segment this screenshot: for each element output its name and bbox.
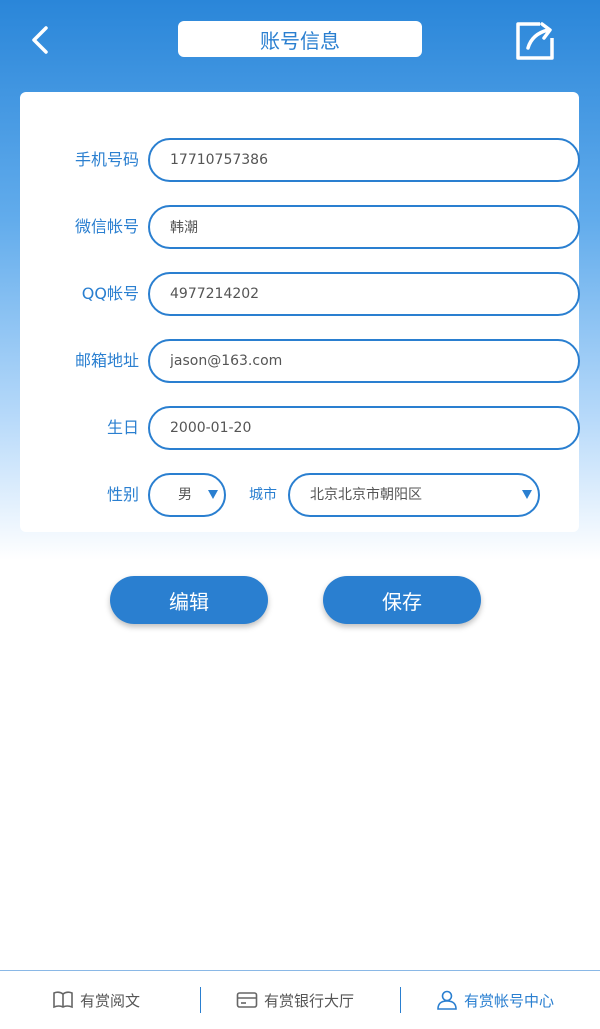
phone-input[interactable]: [148, 138, 580, 182]
nav-item-bank[interactable]: 有赏银行大厅: [236, 971, 354, 1029]
email-label: 邮箱地址: [74, 351, 139, 370]
qq-label: QQ帐号: [81, 284, 139, 303]
nav-item-label: 有赏阅文: [80, 991, 141, 1010]
qq-row: QQ帐号: [20, 272, 580, 316]
user-icon: [437, 990, 457, 1010]
save-button[interactable]: 保存: [323, 576, 481, 624]
wechat-row: 微信帐号: [20, 205, 580, 249]
birthday-input[interactable]: [148, 406, 580, 450]
email-input[interactable]: [148, 339, 580, 383]
gender-select[interactable]: 男: [148, 473, 226, 517]
phone-row: 手机号码: [20, 138, 580, 182]
share-icon: [516, 22, 554, 60]
top-bar: 账号信息: [0, 0, 600, 80]
nav-item-account[interactable]: 有赏帐号中心: [436, 971, 554, 1029]
wechat-input[interactable]: [148, 205, 580, 249]
birthday-row: 生日: [20, 406, 580, 450]
nav-divider: [200, 987, 201, 1013]
email-row: 邮箱地址: [20, 339, 580, 383]
qq-input[interactable]: [148, 272, 580, 316]
caret-down-icon: [522, 490, 532, 499]
edit-button[interactable]: 编辑: [110, 576, 268, 624]
gender-city-row: 性别 男 城市 北京北京市朝阳区: [20, 473, 579, 517]
card-icon: [236, 992, 258, 1008]
gender-label: 性别: [106, 485, 139, 504]
nav-item-label: 有赏帐号中心: [464, 991, 555, 1010]
nav-divider: [400, 987, 401, 1013]
share-button[interactable]: [514, 18, 558, 62]
book-icon: [53, 991, 73, 1009]
account-form-card: 手机号码 微信帐号 QQ帐号 邮箱地址 生日 性别 男 城市 北京北京市朝阳区: [20, 92, 580, 532]
wechat-label: 微信帐号: [74, 217, 139, 236]
nav-item-label: 有赏银行大厅: [264, 991, 355, 1010]
caret-down-icon: [208, 490, 218, 499]
nav-item-read[interactable]: 有赏阅文: [52, 971, 140, 1029]
chevron-left-icon: [32, 26, 48, 54]
city-value: 北京北京市朝阳区: [310, 487, 422, 503]
phone-label: 手机号码: [74, 150, 139, 169]
city-select[interactable]: 北京北京市朝阳区: [288, 473, 540, 517]
birthday-label: 生日: [106, 418, 139, 437]
back-button[interactable]: [22, 20, 62, 60]
bottom-nav: 有赏阅文 有赏银行大厅 有赏帐号中心: [0, 970, 600, 1029]
city-label: 城市: [249, 487, 277, 503]
page-title: 账号信息: [178, 21, 422, 57]
gender-value: 男: [178, 487, 192, 503]
